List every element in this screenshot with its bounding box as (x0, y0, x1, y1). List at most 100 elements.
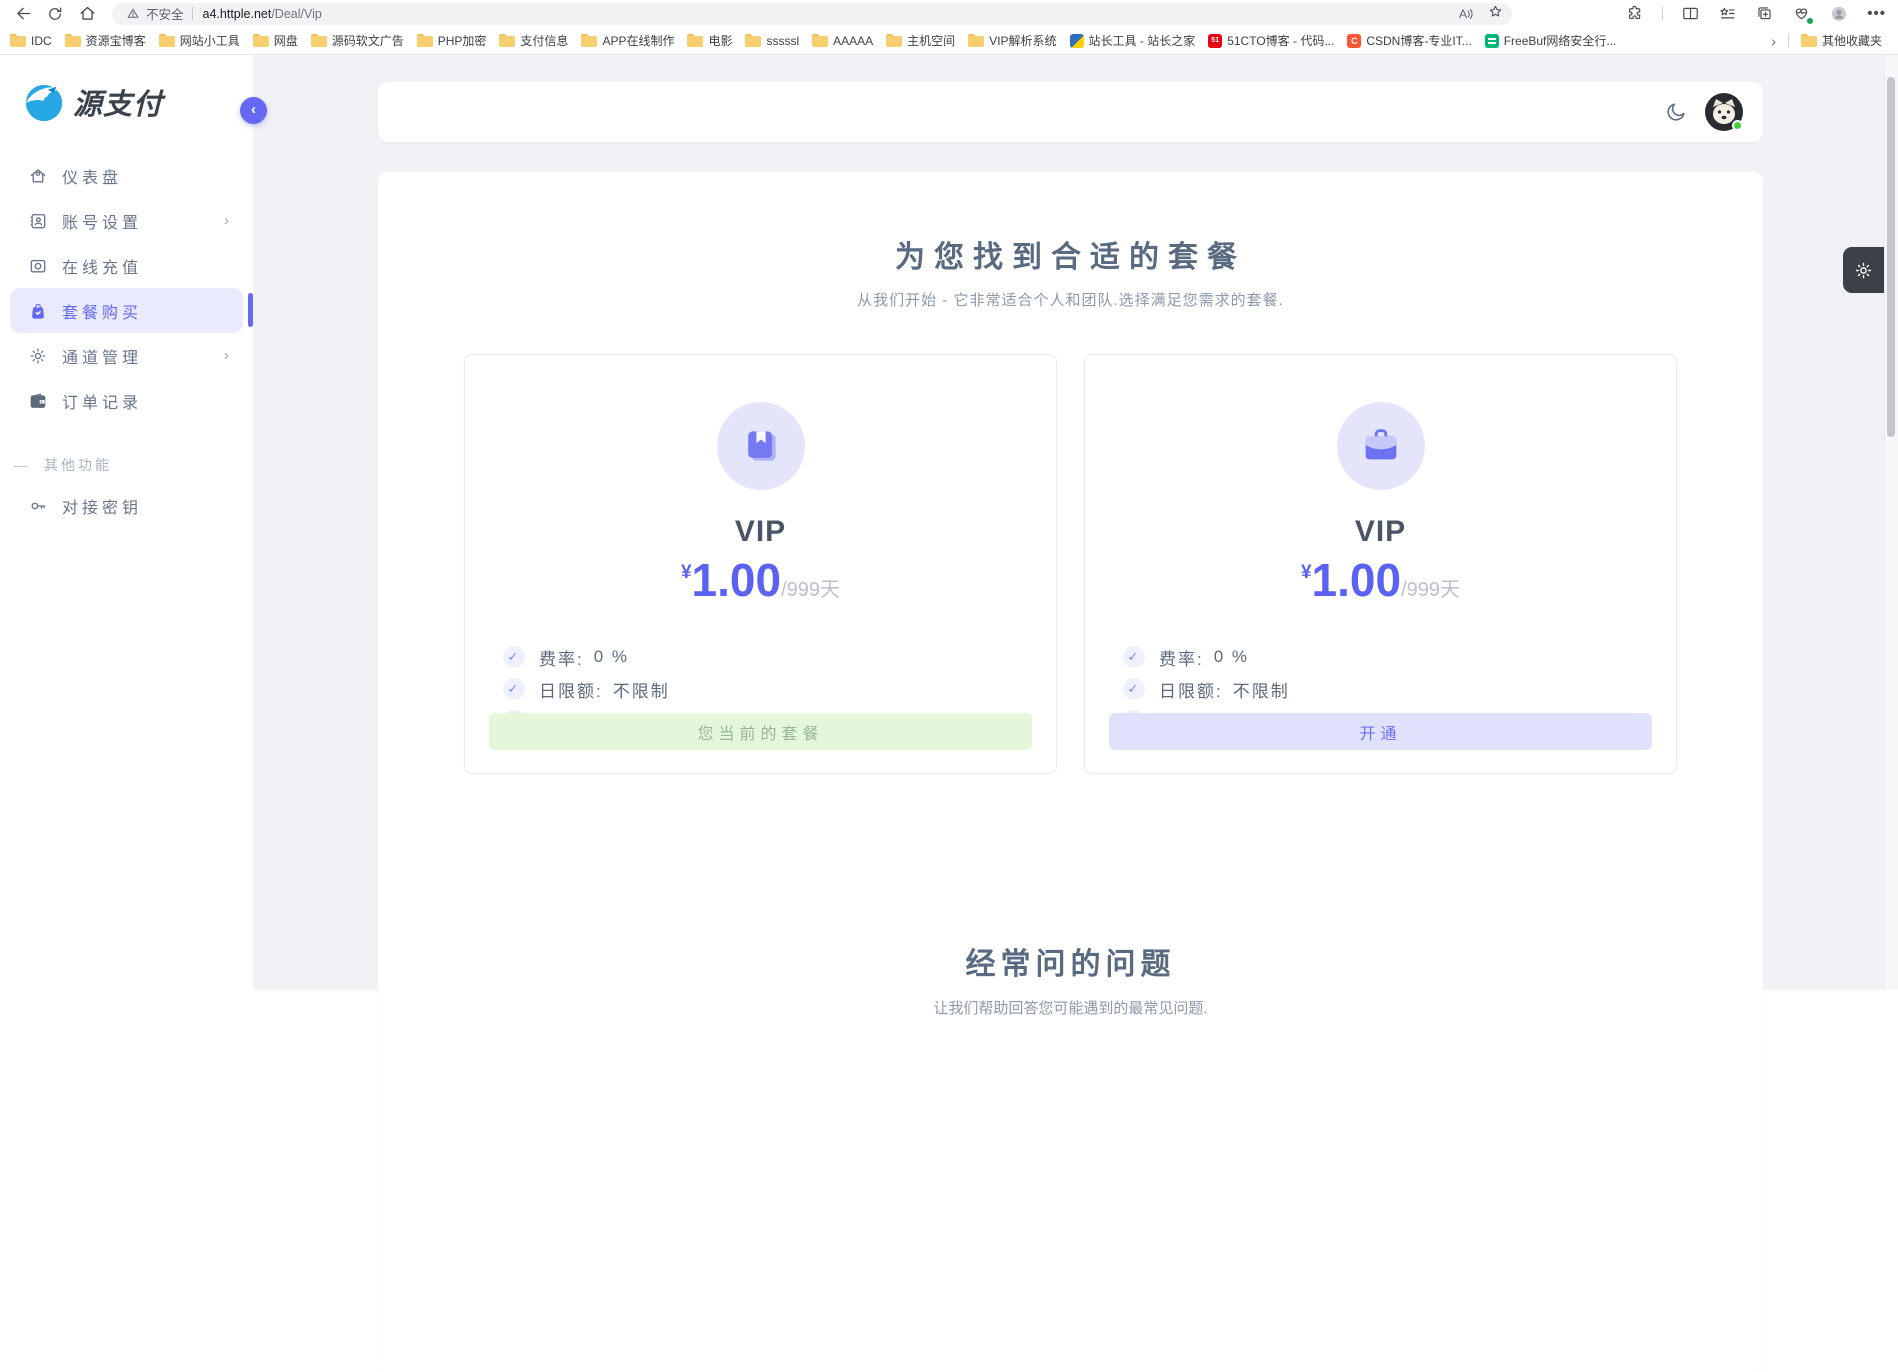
feature-row: ✓ 费率: 0 % (503, 641, 1056, 673)
toolbar-icon[interactable] (1829, 4, 1849, 24)
bookmark-label: PHP加密 (438, 32, 487, 49)
toolbar-icon[interactable]: ••• (1867, 5, 1886, 22)
bookmark-item[interactable]: 支付信息 (499, 32, 568, 49)
section-dash: — (14, 457, 28, 473)
essentials-badge (1806, 17, 1814, 25)
bookmark-item[interactable]: sssssl (745, 34, 799, 48)
theme-settings-button[interactable] (1843, 247, 1884, 293)
faq-title: 经常问的问题 (378, 939, 1763, 983)
plan-icon-circle (1337, 402, 1425, 490)
bookmark-item[interactable]: 主机空间 (886, 32, 955, 49)
bookmark-item[interactable]: 站长工具 - 站长之家 (1070, 32, 1196, 49)
plan-action-button[interactable]: 开通 (1109, 713, 1652, 750)
plan-name: VIP (465, 515, 1056, 549)
sidebar-item-label: 在线充值 (62, 254, 142, 278)
bookmark-item[interactable]: 网站小工具 (159, 32, 240, 49)
sidebar-item[interactable]: 账号设置 › (10, 198, 243, 243)
51cto-favicon: 51 (1208, 34, 1222, 48)
plan-card: VIP ¥1.00/999天 ✓ 费率: 0 % (1084, 354, 1677, 774)
toolbar-icon[interactable] (1681, 4, 1700, 23)
sidebar-item[interactable]: 在线充值 (10, 243, 243, 288)
toolbar-icon[interactable] (1718, 4, 1737, 23)
scrollbar-thumb[interactable] (1887, 77, 1895, 437)
page-scrollbar (1884, 55, 1898, 990)
bookmark-item[interactable]: 源码软文广告 (311, 32, 404, 49)
bookmark-label: 主机空间 (907, 32, 955, 49)
folder-icon (10, 34, 26, 47)
folder-icon (417, 34, 433, 47)
bookmark-item[interactable]: C CSDN博客-专业IT... (1347, 32, 1471, 49)
folder-icon (311, 34, 327, 47)
sidebar-item[interactable]: 对接密钥 (10, 483, 243, 528)
bookmark-item[interactable]: AAAAA (812, 34, 873, 48)
bookmark-item[interactable]: 资源宝博客 (65, 32, 146, 49)
security-warning-icon[interactable] (126, 7, 140, 20)
refresh-button[interactable] (42, 3, 68, 25)
bookmarks-bar: IDC 资源宝博客 网站小工具 (0, 27, 1898, 55)
address-bar[interactable]: 不安全 a4.httple.net/Deal/Vip A (112, 3, 1512, 25)
bookmark-item[interactable]: PHP加密 (417, 32, 487, 49)
package-icon (28, 301, 48, 321)
plan-action-button[interactable]: 您当前的套餐 (489, 713, 1032, 750)
section-label: 其他功能 (44, 455, 112, 475)
bookmark-item[interactable]: FreeBuf网络安全行... (1485, 32, 1617, 49)
bookmark-label: AAAAA (833, 34, 873, 48)
orders-icon (28, 391, 48, 411)
bookmark-item[interactable]: 电影 (687, 32, 732, 49)
browser-essentials-icon (1792, 4, 1811, 23)
sidebar-item[interactable]: 订单记录 (10, 378, 243, 423)
logo[interactable]: 源支付 (0, 55, 253, 123)
sidebar-item[interactable]: 仪表盘 (10, 153, 243, 198)
bookmark-label: FreeBuf网络安全行... (1504, 32, 1617, 49)
profile-icon (1829, 4, 1849, 24)
browser-chrome: 不安全 a4.httple.net/Deal/Vip A (0, 0, 1898, 55)
toolbar-icon[interactable] (1662, 6, 1663, 21)
plan-icon-circle (717, 402, 805, 490)
sidebar-item[interactable]: 通道管理 › (10, 333, 243, 378)
bookmark-label: IDC (31, 34, 52, 48)
home-button[interactable] (74, 3, 100, 25)
bookmark-label: 资源宝博客 (86, 32, 146, 49)
plan-card: VIP ¥1.00/999天 ✓ 费率: 0 % (464, 354, 1057, 774)
url-text[interactable]: a4.httple.net/Deal/Vip (203, 7, 322, 21)
top-header-bar (378, 82, 1763, 142)
read-aloud-icon[interactable]: A (1459, 7, 1473, 21)
folder-icon (253, 34, 269, 47)
bookmarks-overflow-chevron[interactable]: › (1771, 33, 1776, 49)
freebuf-favicon (1485, 34, 1499, 48)
bookmark-item[interactable]: 51 51CTO博客 - 代码... (1208, 32, 1334, 49)
bookmark-label: 网盘 (274, 32, 298, 49)
feature-value: 0 % (594, 647, 629, 667)
account-icon (28, 211, 48, 231)
online-status-dot (1732, 120, 1743, 131)
recharge-icon (28, 256, 48, 276)
gear-icon (1853, 260, 1874, 281)
favorite-star-icon[interactable] (1487, 3, 1504, 25)
check-icon: ✓ (1123, 646, 1145, 668)
feature-value: 不限制 (1233, 677, 1290, 702)
toolbar-icon[interactable] (1792, 4, 1811, 23)
bookmark-item[interactable]: 网盘 (253, 32, 298, 49)
bookmark-item[interactable]: IDC (10, 34, 52, 48)
sidebar-item[interactable]: 套餐购买 (10, 288, 243, 333)
user-avatar[interactable] (1705, 93, 1743, 131)
channel-icon (28, 346, 48, 366)
toolbar-divider (1662, 6, 1663, 21)
toolbar-icon[interactable] (1625, 4, 1644, 23)
bookmark-label: CSDN博客-专业IT... (1366, 32, 1471, 49)
logo-icon (24, 81, 66, 123)
sidebar-collapse-button[interactable]: ‹ (240, 97, 267, 124)
feature-label: 费率: (1159, 645, 1204, 670)
dark-mode-toggle[interactable] (1665, 101, 1687, 123)
back-button[interactable] (10, 3, 36, 25)
sidebar-item-label: 套餐购买 (62, 299, 142, 323)
bookmark-label: APP在线制作 (602, 32, 674, 49)
bookmark-item[interactable]: VIP解析系统 (968, 32, 1056, 49)
folder-icon (499, 34, 515, 47)
sidebar-item-label: 订单记录 (62, 389, 142, 413)
toolbar-icon[interactable] (1755, 4, 1774, 23)
sidebar: 源支付 仪表盘 (0, 55, 253, 990)
bookmark-item[interactable]: APP在线制作 (581, 32, 674, 49)
bookmark-label: 支付信息 (520, 32, 568, 49)
other-favorites[interactable]: 其他收藏夹 (1801, 32, 1882, 49)
